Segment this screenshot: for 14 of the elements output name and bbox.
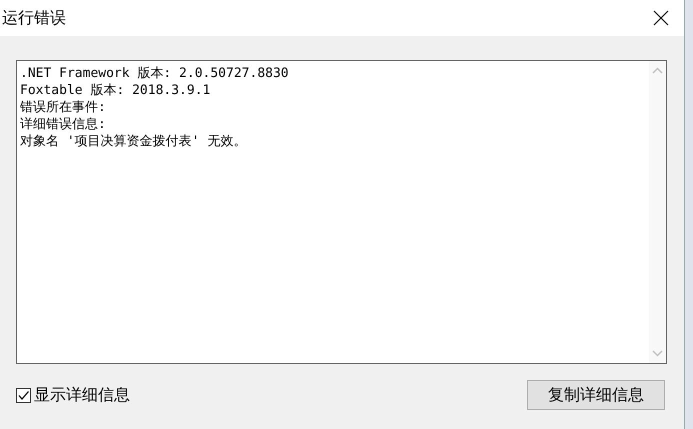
close-icon [653,10,669,26]
details-line: .NET Framework 版本: 2.0.50727.8830 [20,65,289,82]
scrollbar[interactable] [648,61,666,363]
details-text-area[interactable]: .NET Framework 版本: 2.0.50727.8830 Foxtable 版本: 2018.3.9.1 错误所在事件: 详细错误信息: 对象名 '项目决算资金拨付表' 无效。 [16,60,667,364]
details-line: 错误所在事件: [20,99,106,116]
details-line: 详细错误信息: [20,116,106,133]
copy-details-button[interactable]: 复制详细信息 [527,380,665,410]
scroll-down-icon[interactable] [652,350,663,357]
details-line: 对象名 '项目决算资金拨付表' 无效。 [20,133,246,150]
checkbox[interactable] [16,388,31,402]
scroll-up-icon[interactable] [652,67,663,74]
checkbox-label[interactable]: 显示详细信息 [34,384,130,406]
details-line: Foxtable 版本: 2018.3.9.1 [20,82,210,99]
window-title: 运行错误 [2,8,66,28]
